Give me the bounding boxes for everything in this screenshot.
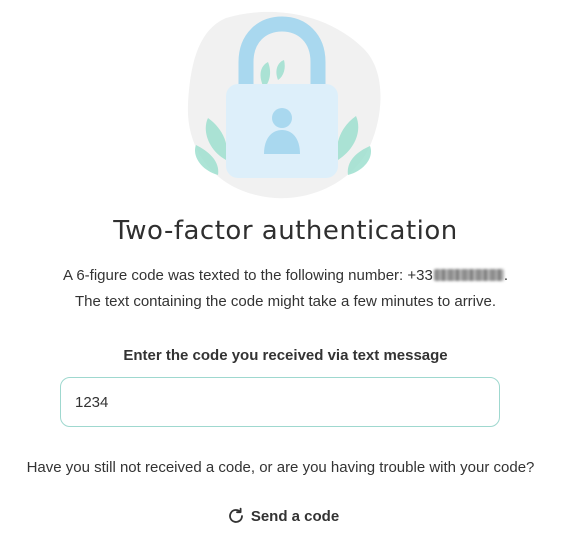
trouble-text: Have you still not received a code, or a… [26, 459, 535, 476]
masked-phone-number [433, 269, 504, 281]
padlock-user-illustration [178, 10, 388, 205]
code-sent-text: A 6-figure code was texted to the follow… [63, 267, 433, 284]
delivery-delay-note: The text containing the code might take … [74, 293, 497, 310]
send-code-label: Send a code [250, 507, 340, 525]
padlock-user-icon [187, 11, 381, 199]
refresh-icon [228, 507, 243, 523]
page-title: Two-factor authentication [113, 216, 458, 246]
send-code-button[interactable]: Send a code [218, 502, 348, 530]
code-input-label: Enter the code you received via text mes… [123, 347, 448, 364]
verification-code-input[interactable] [60, 377, 500, 427]
code-sent-message: A 6-figure code was texted to the follow… [0, 267, 571, 284]
code-sent-suffix: . [503, 267, 508, 284]
